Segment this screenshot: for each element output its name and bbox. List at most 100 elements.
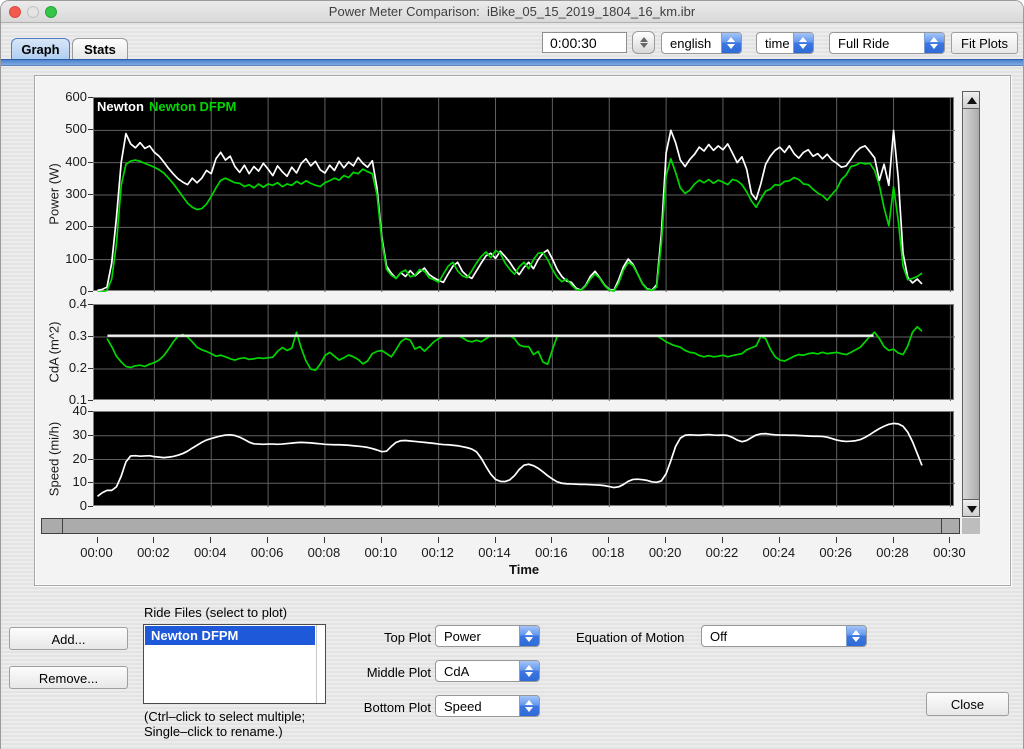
tab-stats[interactable]: Stats	[72, 38, 128, 60]
y-tick-mark	[88, 336, 93, 337]
stepper-up-icon[interactable]	[640, 37, 648, 42]
dropdown-arrows-icon[interactable]	[924, 33, 944, 53]
plot-legend: Newton Newton DFPM	[97, 99, 241, 114]
y-tick-label: 0.4	[68, 296, 87, 311]
add-button[interactable]: Add...	[9, 627, 128, 650]
bottom-plot-dropdown[interactable]: Speed	[435, 695, 540, 717]
y-axis-label-power: Power (W)	[46, 163, 62, 225]
x-tick-label: 00:26	[819, 545, 852, 560]
y-tick-mark	[88, 194, 93, 195]
remove-button[interactable]: Remove...	[9, 666, 128, 689]
ride-files-list[interactable]: Newton DFPM	[143, 624, 326, 704]
x-tick-label: 00:04	[193, 545, 227, 560]
app-window: Power Meter Comparison: iBike_05_15_2019…	[0, 0, 1024, 749]
y-tick-mark	[88, 458, 93, 460]
x-tick-label: 00:16	[535, 545, 568, 560]
x-tick-mark	[210, 537, 212, 543]
hint-line1: (Ctrl–click to select multiple;	[144, 709, 306, 724]
time-interval-input[interactable]: 0:00:30	[542, 32, 627, 53]
dropdown-arrows-icon[interactable]	[793, 33, 813, 53]
x-tick-label: 00:18	[591, 545, 625, 560]
y-tick-mark	[88, 368, 93, 369]
y-tick-label: 100	[65, 250, 87, 266]
tab-underline	[1, 59, 1023, 66]
middle-plot-label: Middle Plot	[366, 665, 431, 680]
xaxis-mode-dropdown[interactable]: time	[756, 32, 814, 54]
dropdown-arrows-icon[interactable]	[846, 626, 866, 646]
tab-graph[interactable]: Graph	[11, 38, 70, 60]
x-tick-label: 00:22	[705, 545, 739, 560]
scroll-down-button[interactable]	[962, 499, 980, 517]
plot-power[interactable]: Newton Newton DFPM	[93, 97, 955, 292]
horizontal-scrollbar[interactable]	[41, 518, 960, 534]
x-tick-label: 00:28	[876, 545, 909, 560]
x-tick-label: 00:02	[137, 545, 170, 560]
vertical-scrollbar[interactable]	[962, 91, 980, 517]
plot-cda[interactable]	[93, 304, 955, 401]
x-tick-label: 00:06	[250, 545, 284, 560]
y-tick-label: 0	[79, 498, 87, 513]
x-tick-mark	[949, 537, 951, 543]
y-axis-label-cda: CdA (m^2)	[46, 321, 62, 383]
scrollbar-corner	[962, 518, 980, 534]
range-dropdown[interactable]: Full Ride	[829, 32, 945, 54]
x-tick-label: 00:24	[762, 545, 796, 560]
y-tick-mark	[88, 411, 93, 412]
x-tick-label: 00:00	[80, 545, 113, 560]
y-tick-mark	[88, 506, 93, 507]
list-scrollbar[interactable]	[316, 625, 325, 703]
y-tick-mark	[88, 304, 93, 305]
legend-newton: Newton	[97, 99, 144, 114]
dropdown-arrows-icon[interactable]	[519, 696, 539, 716]
plot-speed[interactable]	[93, 411, 955, 507]
x-tick-label: 00:20	[648, 545, 682, 560]
x-tick-mark	[721, 537, 723, 543]
y-tick-label: 500	[65, 121, 87, 137]
x-tick-mark	[96, 537, 98, 543]
top-plot-label: Top Plot	[384, 630, 431, 645]
x-axis-label: Time	[509, 562, 540, 577]
x-tick-mark	[551, 537, 553, 543]
list-item-newton-dfpm[interactable]: Newton DFPM	[145, 626, 315, 645]
vertical-scrollbar-thumb[interactable]	[962, 108, 980, 500]
x-tick-label: 00:12	[421, 545, 454, 560]
equation-of-motion-dropdown[interactable]: Off	[701, 625, 867, 647]
legend-newton-dfpm: Newton DFPM	[148, 99, 237, 114]
bottom-plot-label: Bottom Plot	[363, 700, 431, 715]
scroll-up-button[interactable]	[962, 91, 980, 109]
top-plot-dropdown[interactable]: Power	[435, 625, 540, 647]
y-tick-label: 40	[72, 403, 87, 418]
window-title: Power Meter Comparison: iBike_05_15_2019…	[328, 4, 696, 19]
units-dropdown[interactable]: english	[661, 32, 742, 54]
close-button[interactable]: Close	[926, 692, 1009, 716]
stepper-down-icon[interactable]	[640, 43, 648, 48]
down-arrow-icon	[967, 506, 977, 513]
dropdown-arrows-icon[interactable]	[721, 33, 741, 53]
x-tick-mark	[267, 537, 269, 543]
hint-line2: Single–click to rename.)	[144, 724, 283, 739]
x-tick-mark	[835, 537, 837, 543]
x-tick-mark	[892, 537, 894, 543]
x-tick-mark	[437, 537, 439, 543]
x-tick-label: 00:10	[364, 545, 398, 560]
middle-plot-dropdown[interactable]: CdA	[435, 660, 540, 682]
x-tick-mark	[778, 537, 780, 543]
dropdown-arrows-icon[interactable]	[519, 626, 539, 646]
x-tick-label: 00:14	[478, 545, 511, 560]
ride-files-label: Ride Files (select to plot)	[144, 605, 288, 620]
y-tick-mark	[88, 400, 93, 401]
dropdown-arrows-icon[interactable]	[519, 661, 539, 681]
y-tick-mark	[88, 161, 93, 163]
title-bar[interactable]: Power Meter Comparison: iBike_05_15_2019…	[1, 1, 1023, 23]
y-tick-mark	[88, 97, 93, 98]
y-tick-mark	[88, 291, 93, 292]
time-interval-stepper[interactable]	[632, 31, 655, 54]
fit-plots-button[interactable]: Fit Plots	[951, 32, 1018, 54]
y-tick-mark	[88, 129, 93, 131]
y-tick-mark	[88, 434, 93, 436]
y-axis-label-speed: Speed (mi/h)	[46, 421, 62, 496]
x-tick-mark	[665, 537, 667, 543]
x-tick-label: 00:08	[307, 545, 341, 560]
x-tick-label: 00:30	[933, 545, 966, 560]
y-tick-mark	[88, 226, 93, 228]
